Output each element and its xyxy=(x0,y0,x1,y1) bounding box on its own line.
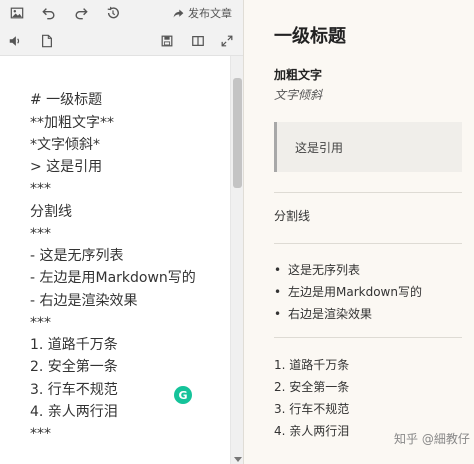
editor-line: - 这是无序列表 xyxy=(30,248,124,264)
editor-line: > 这是引用 xyxy=(30,159,103,175)
grammarly-icon[interactable]: G xyxy=(174,386,192,404)
editor-scrollbar[interactable] xyxy=(230,56,243,464)
editor-line: 3. 行车不规范 xyxy=(30,382,118,398)
editor-line: # 一级标题 xyxy=(30,92,103,108)
preview-blockquote: 这是引用 xyxy=(274,122,462,172)
editor-line: *** xyxy=(30,226,51,242)
editor-line: *文字倾斜* xyxy=(30,137,100,153)
history-icon[interactable] xyxy=(104,4,122,22)
redo-icon[interactable] xyxy=(72,4,90,22)
publish-button[interactable]: 发布文章 xyxy=(172,4,232,22)
preview-bold-text: 加粗文字 xyxy=(274,68,323,82)
bullet-list-item: 左边是用Markdown写的 xyxy=(274,283,422,300)
editor-line: 1. 道路千万条 xyxy=(30,337,118,353)
markdown-text-area[interactable]: # 一级标题 **加粗文字** *文字倾斜* > 这是引用 *** 分割线 **… xyxy=(0,56,230,464)
file-icon[interactable] xyxy=(38,32,56,50)
fullscreen-icon[interactable] xyxy=(218,32,236,50)
scroll-down-arrow-icon[interactable] xyxy=(234,457,242,462)
watermark: 知乎 @細教仔 xyxy=(394,432,470,446)
rendered-preview-pane: 一级标题 加粗文字 文字倾斜 这是引用 分割线 这是无序列表 左边是用Markd… xyxy=(243,0,474,464)
editor-toolbar: 发布文章 xyxy=(0,0,243,56)
publish-label: 发布文章 xyxy=(188,7,232,20)
image-icon[interactable] xyxy=(8,4,26,22)
editor-line: 2. 安全第一条 xyxy=(30,359,118,375)
horizontal-rule xyxy=(274,192,462,193)
editor-line: **加粗文字** xyxy=(30,115,114,131)
preview-italic-text: 文字倾斜 xyxy=(274,88,323,102)
share-arrow-icon xyxy=(173,8,184,18)
preview-heading: 一级标题 xyxy=(274,26,346,47)
editor-line: - 左边是用Markdown写的 xyxy=(30,270,196,286)
bullet-list-item: 这是无序列表 xyxy=(274,261,360,278)
ordered-list-item: 2. 安全第一条 xyxy=(274,380,350,394)
horizontal-rule xyxy=(274,337,462,338)
save-icon[interactable] xyxy=(158,32,176,50)
horizontal-rule xyxy=(274,243,462,244)
ordered-list-item: 3. 行车不规范 xyxy=(274,402,350,416)
split-view-icon[interactable] xyxy=(189,32,207,50)
editor-line: 分割线 xyxy=(30,204,72,220)
divider-text: 分割线 xyxy=(274,209,311,223)
ordered-list-item: 4. 亲人两行泪 xyxy=(274,424,350,438)
bullet-list-item: 右边是渲染效果 xyxy=(274,305,372,322)
editor-line: *** xyxy=(30,181,51,197)
editor-line: *** xyxy=(30,426,51,442)
markdown-editor-pane: 发布文章 # 一级标题 **加粗文字** *文字倾斜* > 这是引用 *** 分… xyxy=(0,0,243,464)
editor-line: - 右边是渲染效果 xyxy=(30,293,138,309)
blockquote-text: 这是引用 xyxy=(295,141,344,155)
editor-line: 4. 亲人两行泪 xyxy=(30,404,118,420)
speaker-icon[interactable] xyxy=(6,32,24,50)
editor-line: *** xyxy=(30,315,51,331)
ordered-list-item: 1. 道路千万条 xyxy=(274,358,350,372)
scrollbar-thumb[interactable] xyxy=(233,78,242,188)
undo-icon[interactable] xyxy=(40,4,58,22)
